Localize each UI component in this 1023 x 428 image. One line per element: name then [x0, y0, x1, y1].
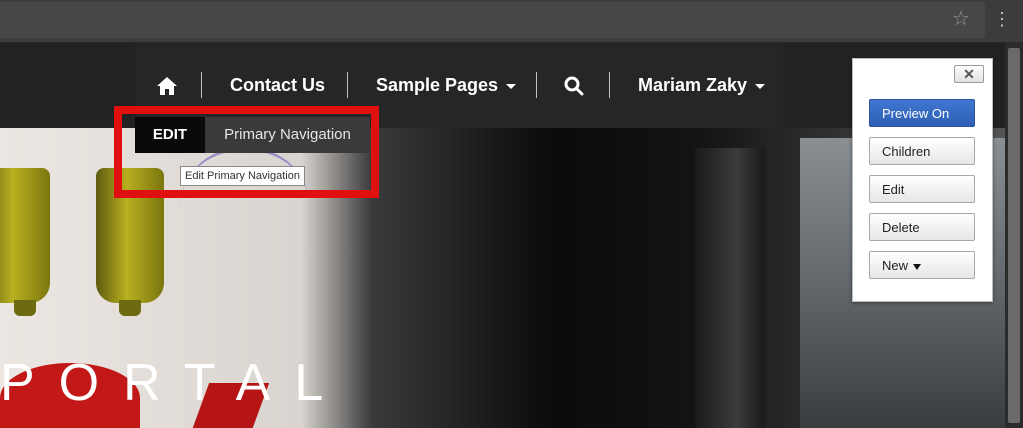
search-button[interactable] — [564, 65, 584, 105]
nav-separator — [536, 72, 537, 98]
scrollbar-thumb[interactable] — [1008, 48, 1020, 423]
home-link[interactable] — [156, 65, 178, 105]
chevron-down-icon — [755, 83, 766, 89]
new-label: New — [882, 258, 909, 273]
user-name: Mariam Zaky — [638, 75, 748, 95]
sample-pages-dropdown[interactable]: Sample Pages — [376, 65, 517, 105]
hero-title: PORTAL — [0, 354, 348, 412]
primary-navigation-label[interactable]: Primary Navigation — [205, 117, 370, 153]
nav-separator — [201, 72, 202, 98]
search-icon — [564, 76, 584, 96]
admin-panel: ✕ Preview On Children Edit Delete New — [852, 58, 993, 302]
user-menu-dropdown[interactable]: Mariam Zaky — [638, 65, 766, 105]
close-icon: ✕ — [963, 66, 975, 82]
edit-button[interactable]: EDIT — [135, 117, 205, 153]
chevron-down-icon — [506, 83, 517, 89]
home-icon — [157, 77, 177, 96]
sample-pages-label: Sample Pages — [376, 75, 499, 95]
address-bar[interactable] — [0, 2, 985, 38]
nozzle-tip-graphic — [119, 300, 141, 316]
caret-down-icon — [913, 263, 922, 270]
new-dropdown-button[interactable]: New — [869, 251, 975, 279]
nav-separator — [347, 72, 348, 98]
preview-on-button[interactable]: Preview On — [869, 99, 975, 127]
children-button[interactable]: Children — [869, 137, 975, 165]
delete-button[interactable]: Delete — [869, 213, 975, 241]
nozzle-tip-graphic — [14, 300, 36, 316]
printer-frame-graphic — [695, 148, 765, 428]
star-icon[interactable]: ☆ — [950, 8, 972, 30]
close-button[interactable]: ✕ — [954, 65, 984, 83]
edit-tooltip: Edit Primary Navigation — [180, 166, 305, 186]
nav-separator — [609, 72, 610, 98]
kebab-menu-icon[interactable]: ⋮ — [992, 8, 1012, 32]
browser-toolbar: ☆ ⋮ — [0, 0, 1023, 43]
contact-us-link[interactable]: Contact Us — [230, 65, 325, 105]
printer-nozzle-graphic — [0, 168, 50, 303]
edit-page-button[interactable]: Edit — [869, 175, 975, 203]
